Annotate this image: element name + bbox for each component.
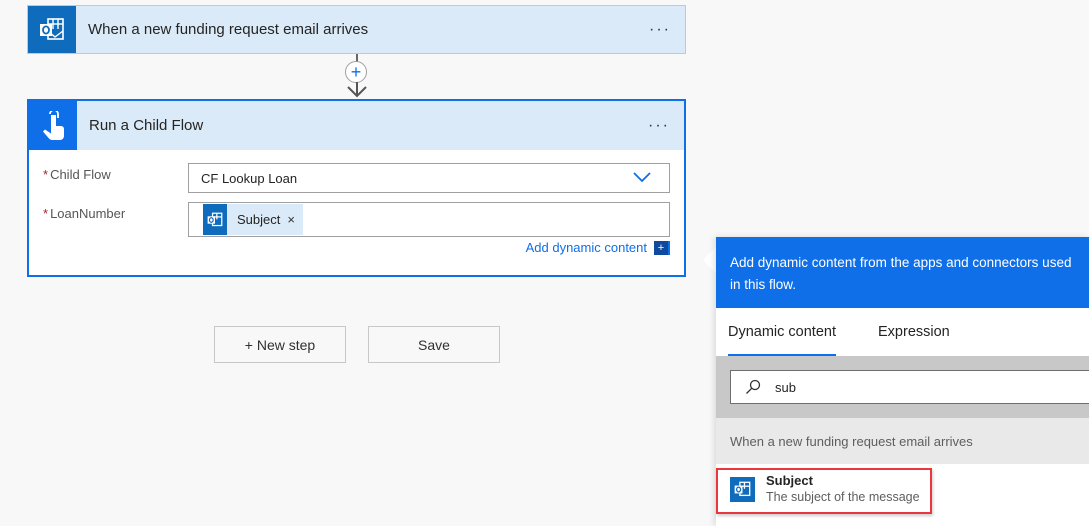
add-icon: + <box>654 240 670 255</box>
run-child-flow-card[interactable]: Run a Child Flow ··· * Child Flow CF Look… <box>27 99 686 277</box>
child-flow-label: * Child Flow <box>43 167 111 182</box>
more-options-icon[interactable]: ··· <box>648 117 670 135</box>
child-flow-dropdown[interactable]: CF Lookup Loan <box>188 163 670 193</box>
group-header: When a new funding request email arrives <box>716 418 1089 464</box>
dynamic-item-subject[interactable]: Subject The subject of the message <box>716 468 932 514</box>
chevron-down-icon <box>633 172 651 183</box>
more-options-icon[interactable]: ··· <box>649 21 671 39</box>
new-step-button[interactable]: + New step <box>214 326 346 363</box>
loan-number-input[interactable]: Subject × <box>188 202 670 237</box>
insert-step-button[interactable]: + <box>345 61 367 83</box>
add-dynamic-content-link[interactable]: Add dynamic content + <box>526 240 670 255</box>
trigger-header[interactable]: When a new funding request email arrives… <box>28 6 685 53</box>
label-text: Child Flow <box>50 167 111 182</box>
remove-token-icon[interactable]: × <box>287 212 295 227</box>
trigger-card[interactable]: When a new funding request email arrives… <box>27 5 686 54</box>
outlook-icon <box>203 204 227 235</box>
tab-dynamic-content[interactable]: Dynamic content <box>728 308 836 356</box>
search-input[interactable]: sub <box>730 370 1089 404</box>
panel-caret <box>703 246 717 274</box>
tab-label: Dynamic content <box>728 324 836 340</box>
tab-label: Expression <box>878 324 950 340</box>
search-icon <box>746 379 761 394</box>
add-dynamic-content-label: Add dynamic content <box>525 240 647 255</box>
action-header[interactable]: Run a Child Flow ··· <box>29 101 684 150</box>
panel-tabs: Dynamic content Expression <box>716 308 1089 356</box>
dropdown-value: CF Lookup Loan <box>201 170 298 186</box>
plus-icon: + <box>350 62 362 82</box>
required-mark: * <box>43 206 49 221</box>
token-label: Subject <box>237 212 281 227</box>
search-area: sub <box>716 356 1089 418</box>
outlook-icon <box>28 6 76 53</box>
action-title: Run a Child Flow <box>89 117 204 134</box>
required-mark: * <box>43 167 49 182</box>
trigger-title: When a new funding request email arrives <box>88 21 369 38</box>
search-value: sub <box>775 379 796 395</box>
outlook-icon <box>730 477 755 502</box>
dynamic-content-panel: Add dynamic content from the apps and co… <box>716 237 1089 526</box>
item-title: Subject <box>766 473 813 488</box>
arrow-down-icon <box>347 82 367 98</box>
tab-expression[interactable]: Expression <box>878 308 950 356</box>
item-description: The subject of the message <box>766 490 920 504</box>
loan-number-label: * LoanNumber <box>43 206 125 221</box>
panel-header: Add dynamic content from the apps and co… <box>716 237 1089 308</box>
touch-hand-icon <box>29 101 77 150</box>
subject-token[interactable]: Subject × <box>203 204 303 235</box>
save-button[interactable]: Save <box>368 326 500 363</box>
label-text: LoanNumber <box>50 206 126 221</box>
